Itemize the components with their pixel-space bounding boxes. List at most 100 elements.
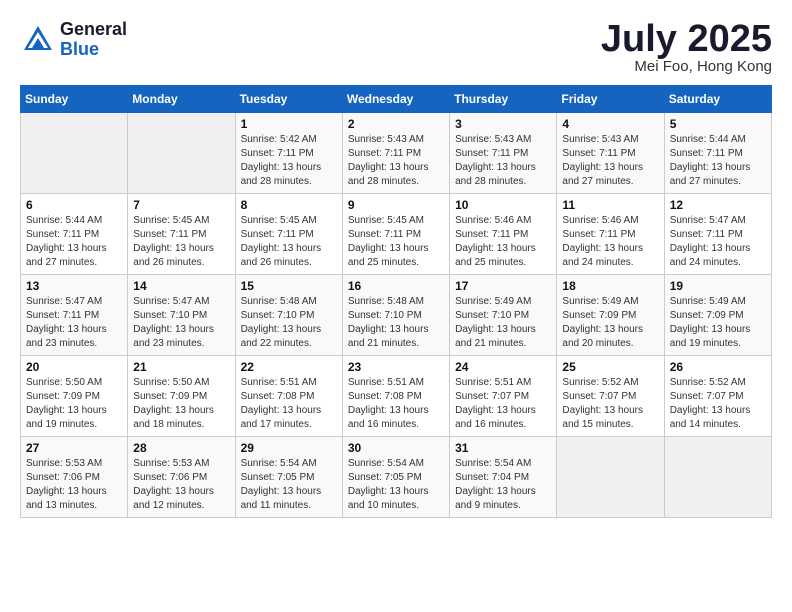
calendar-cell: 30 Sunrise: 5:54 AMSunset: 7:05 PMDayligh…	[342, 437, 449, 518]
day-number: 30	[348, 441, 444, 455]
day-number: 9	[348, 198, 444, 212]
calendar-week-3: 13Sunrise: 5:47 AMSunset: 7:11 PMDayligh…	[21, 275, 772, 356]
day-info: Sunrise: 5:49 AMSunset: 7:09 PMDaylight:…	[670, 295, 766, 351]
day-number: 17	[455, 279, 551, 293]
day-info: Sunrise: 5:45 AMSunset: 7:11 PMDaylight:…	[348, 214, 444, 270]
day-number: 15	[241, 279, 337, 293]
logo-general: General	[60, 20, 127, 40]
day-number: 20	[26, 360, 122, 374]
day-number: 18	[562, 279, 658, 293]
calendar-cell: 1 Sunrise: 5:42 AMSunset: 7:11 PMDaylight…	[235, 113, 342, 194]
calendar-cell: 15 Sunrise: 5:48 AMSunset: 7:10 PMDayligh…	[235, 275, 342, 356]
calendar-cell: 5 Sunrise: 5:44 AMSunset: 7:11 PMDaylight…	[664, 113, 771, 194]
day-number: 11	[562, 198, 658, 212]
calendar-cell: 18 Sunrise: 5:49 AMSunset: 7:09 PMDayligh…	[557, 275, 664, 356]
day-number: 29	[241, 441, 337, 455]
calendar-week-1: 1 Sunrise: 5:42 AMSunset: 7:11 PMDaylight…	[21, 113, 772, 194]
day-info: Sunrise: 5:53 AMSunset: 7:06 PMDaylight:…	[26, 457, 122, 513]
weekday-header-thursday: Thursday	[450, 86, 557, 113]
day-info: Sunrise: 5:52 AMSunset: 7:07 PMDaylight:…	[562, 376, 658, 432]
day-info: Sunrise: 5:46 AMSunset: 7:11 PMDaylight:…	[455, 214, 551, 270]
calendar-cell: 2 Sunrise: 5:43 AMSunset: 7:11 PMDaylight…	[342, 113, 449, 194]
day-number: 1	[241, 117, 337, 131]
calendar-cell: 16Sunrise: 5:48 AMSunset: 7:10 PMDayligh…	[342, 275, 449, 356]
calendar-cell: 10 Sunrise: 5:46 AMSunset: 7:11 PMDayligh…	[450, 194, 557, 275]
day-number: 16	[348, 279, 444, 293]
day-number: 24	[455, 360, 551, 374]
calendar-cell	[664, 437, 771, 518]
day-info: Sunrise: 5:52 AMSunset: 7:07 PMDaylight:…	[670, 376, 766, 432]
calendar-cell: 24Sunrise: 5:51 AMSunset: 7:07 PMDayligh…	[450, 356, 557, 437]
day-number: 25	[562, 360, 658, 374]
calendar-cell: 6 Sunrise: 5:44 AMSunset: 7:11 PMDaylight…	[21, 194, 128, 275]
day-info: Sunrise: 5:54 AMSunset: 7:05 PMDaylight:…	[348, 457, 444, 513]
calendar-week-2: 6 Sunrise: 5:44 AMSunset: 7:11 PMDaylight…	[21, 194, 772, 275]
day-number: 7	[133, 198, 229, 212]
day-number: 27	[26, 441, 122, 455]
day-info: Sunrise: 5:49 AMSunset: 7:09 PMDaylight:…	[562, 295, 658, 351]
day-info: Sunrise: 5:45 AMSunset: 7:11 PMDaylight:…	[241, 214, 337, 270]
day-info: Sunrise: 5:45 AMSunset: 7:11 PMDaylight:…	[133, 214, 229, 270]
day-info: Sunrise: 5:42 AMSunset: 7:11 PMDaylight:…	[241, 133, 337, 189]
calendar-cell: 13Sunrise: 5:47 AMSunset: 7:11 PMDayligh…	[21, 275, 128, 356]
calendar-cell	[557, 437, 664, 518]
calendar-cell: 14 Sunrise: 5:47 AMSunset: 7:10 PMDayligh…	[128, 275, 235, 356]
day-info: Sunrise: 5:47 AMSunset: 7:10 PMDaylight:…	[133, 295, 229, 351]
logo: General Blue	[20, 20, 127, 60]
day-info: Sunrise: 5:50 AMSunset: 7:09 PMDaylight:…	[26, 376, 122, 432]
day-number: 26	[670, 360, 766, 374]
day-number: 31	[455, 441, 551, 455]
day-number: 10	[455, 198, 551, 212]
weekday-header-wednesday: Wednesday	[342, 86, 449, 113]
calendar-cell: 23 Sunrise: 5:51 AMSunset: 7:08 PMDayligh…	[342, 356, 449, 437]
day-info: Sunrise: 5:47 AMSunset: 7:11 PMDaylight:…	[670, 214, 766, 270]
calendar-cell: 22Sunrise: 5:51 AMSunset: 7:08 PMDayligh…	[235, 356, 342, 437]
logo-icon	[20, 22, 56, 58]
day-info: Sunrise: 5:51 AMSunset: 7:08 PMDaylight:…	[241, 376, 337, 432]
day-number: 2	[348, 117, 444, 131]
day-number: 6	[26, 198, 122, 212]
day-info: Sunrise: 5:44 AMSunset: 7:11 PMDaylight:…	[26, 214, 122, 270]
day-info: Sunrise: 5:50 AMSunset: 7:09 PMDaylight:…	[133, 376, 229, 432]
day-number: 5	[670, 117, 766, 131]
day-info: Sunrise: 5:44 AMSunset: 7:11 PMDaylight:…	[670, 133, 766, 189]
day-info: Sunrise: 5:51 AMSunset: 7:08 PMDaylight:…	[348, 376, 444, 432]
day-info: Sunrise: 5:54 AMSunset: 7:05 PMDaylight:…	[241, 457, 337, 513]
calendar-cell	[21, 113, 128, 194]
day-number: 4	[562, 117, 658, 131]
day-info: Sunrise: 5:43 AMSunset: 7:11 PMDaylight:…	[348, 133, 444, 189]
calendar-cell: 26 Sunrise: 5:52 AMSunset: 7:07 PMDayligh…	[664, 356, 771, 437]
weekday-header-tuesday: Tuesday	[235, 86, 342, 113]
weekday-header-row: SundayMondayTuesdayWednesdayThursdayFrid…	[21, 86, 772, 113]
page-header: General Blue July 2025 Mei Foo, Hong Kon…	[20, 20, 772, 75]
calendar-cell: 17Sunrise: 5:49 AMSunset: 7:10 PMDayligh…	[450, 275, 557, 356]
day-number: 3	[455, 117, 551, 131]
day-number: 12	[670, 198, 766, 212]
day-number: 28	[133, 441, 229, 455]
day-number: 14	[133, 279, 229, 293]
calendar-cell: 9 Sunrise: 5:45 AMSunset: 7:11 PMDaylight…	[342, 194, 449, 275]
day-number: 23	[348, 360, 444, 374]
calendar-header: SundayMondayTuesdayWednesdayThursdayFrid…	[21, 86, 772, 113]
calendar-cell	[128, 113, 235, 194]
day-info: Sunrise: 5:48 AMSunset: 7:10 PMDaylight:…	[241, 295, 337, 351]
calendar-table: SundayMondayTuesdayWednesdayThursdayFrid…	[20, 85, 772, 518]
day-number: 8	[241, 198, 337, 212]
weekday-header-monday: Monday	[128, 86, 235, 113]
weekday-header-saturday: Saturday	[664, 86, 771, 113]
calendar-cell: 7 Sunrise: 5:45 AMSunset: 7:11 PMDaylight…	[128, 194, 235, 275]
location: Mei Foo, Hong Kong	[601, 58, 772, 75]
weekday-header-friday: Friday	[557, 86, 664, 113]
calendar-week-5: 27 Sunrise: 5:53 AMSunset: 7:06 PMDayligh…	[21, 437, 772, 518]
calendar-cell: 8 Sunrise: 5:45 AMSunset: 7:11 PMDaylight…	[235, 194, 342, 275]
day-info: Sunrise: 5:47 AMSunset: 7:11 PMDaylight:…	[26, 295, 122, 351]
day-info: Sunrise: 5:53 AMSunset: 7:06 PMDaylight:…	[133, 457, 229, 513]
calendar-cell: 11 Sunrise: 5:46 AMSunset: 7:11 PMDayligh…	[557, 194, 664, 275]
calendar-cell: 28 Sunrise: 5:53 AMSunset: 7:06 PMDayligh…	[128, 437, 235, 518]
calendar-cell: 20 Sunrise: 5:50 AMSunset: 7:09 PMDayligh…	[21, 356, 128, 437]
day-info: Sunrise: 5:46 AMSunset: 7:11 PMDaylight:…	[562, 214, 658, 270]
calendar-cell: 19Sunrise: 5:49 AMSunset: 7:09 PMDayligh…	[664, 275, 771, 356]
calendar-week-4: 20 Sunrise: 5:50 AMSunset: 7:09 PMDayligh…	[21, 356, 772, 437]
calendar-cell: 21Sunrise: 5:50 AMSunset: 7:09 PMDayligh…	[128, 356, 235, 437]
logo-blue: Blue	[60, 40, 127, 60]
